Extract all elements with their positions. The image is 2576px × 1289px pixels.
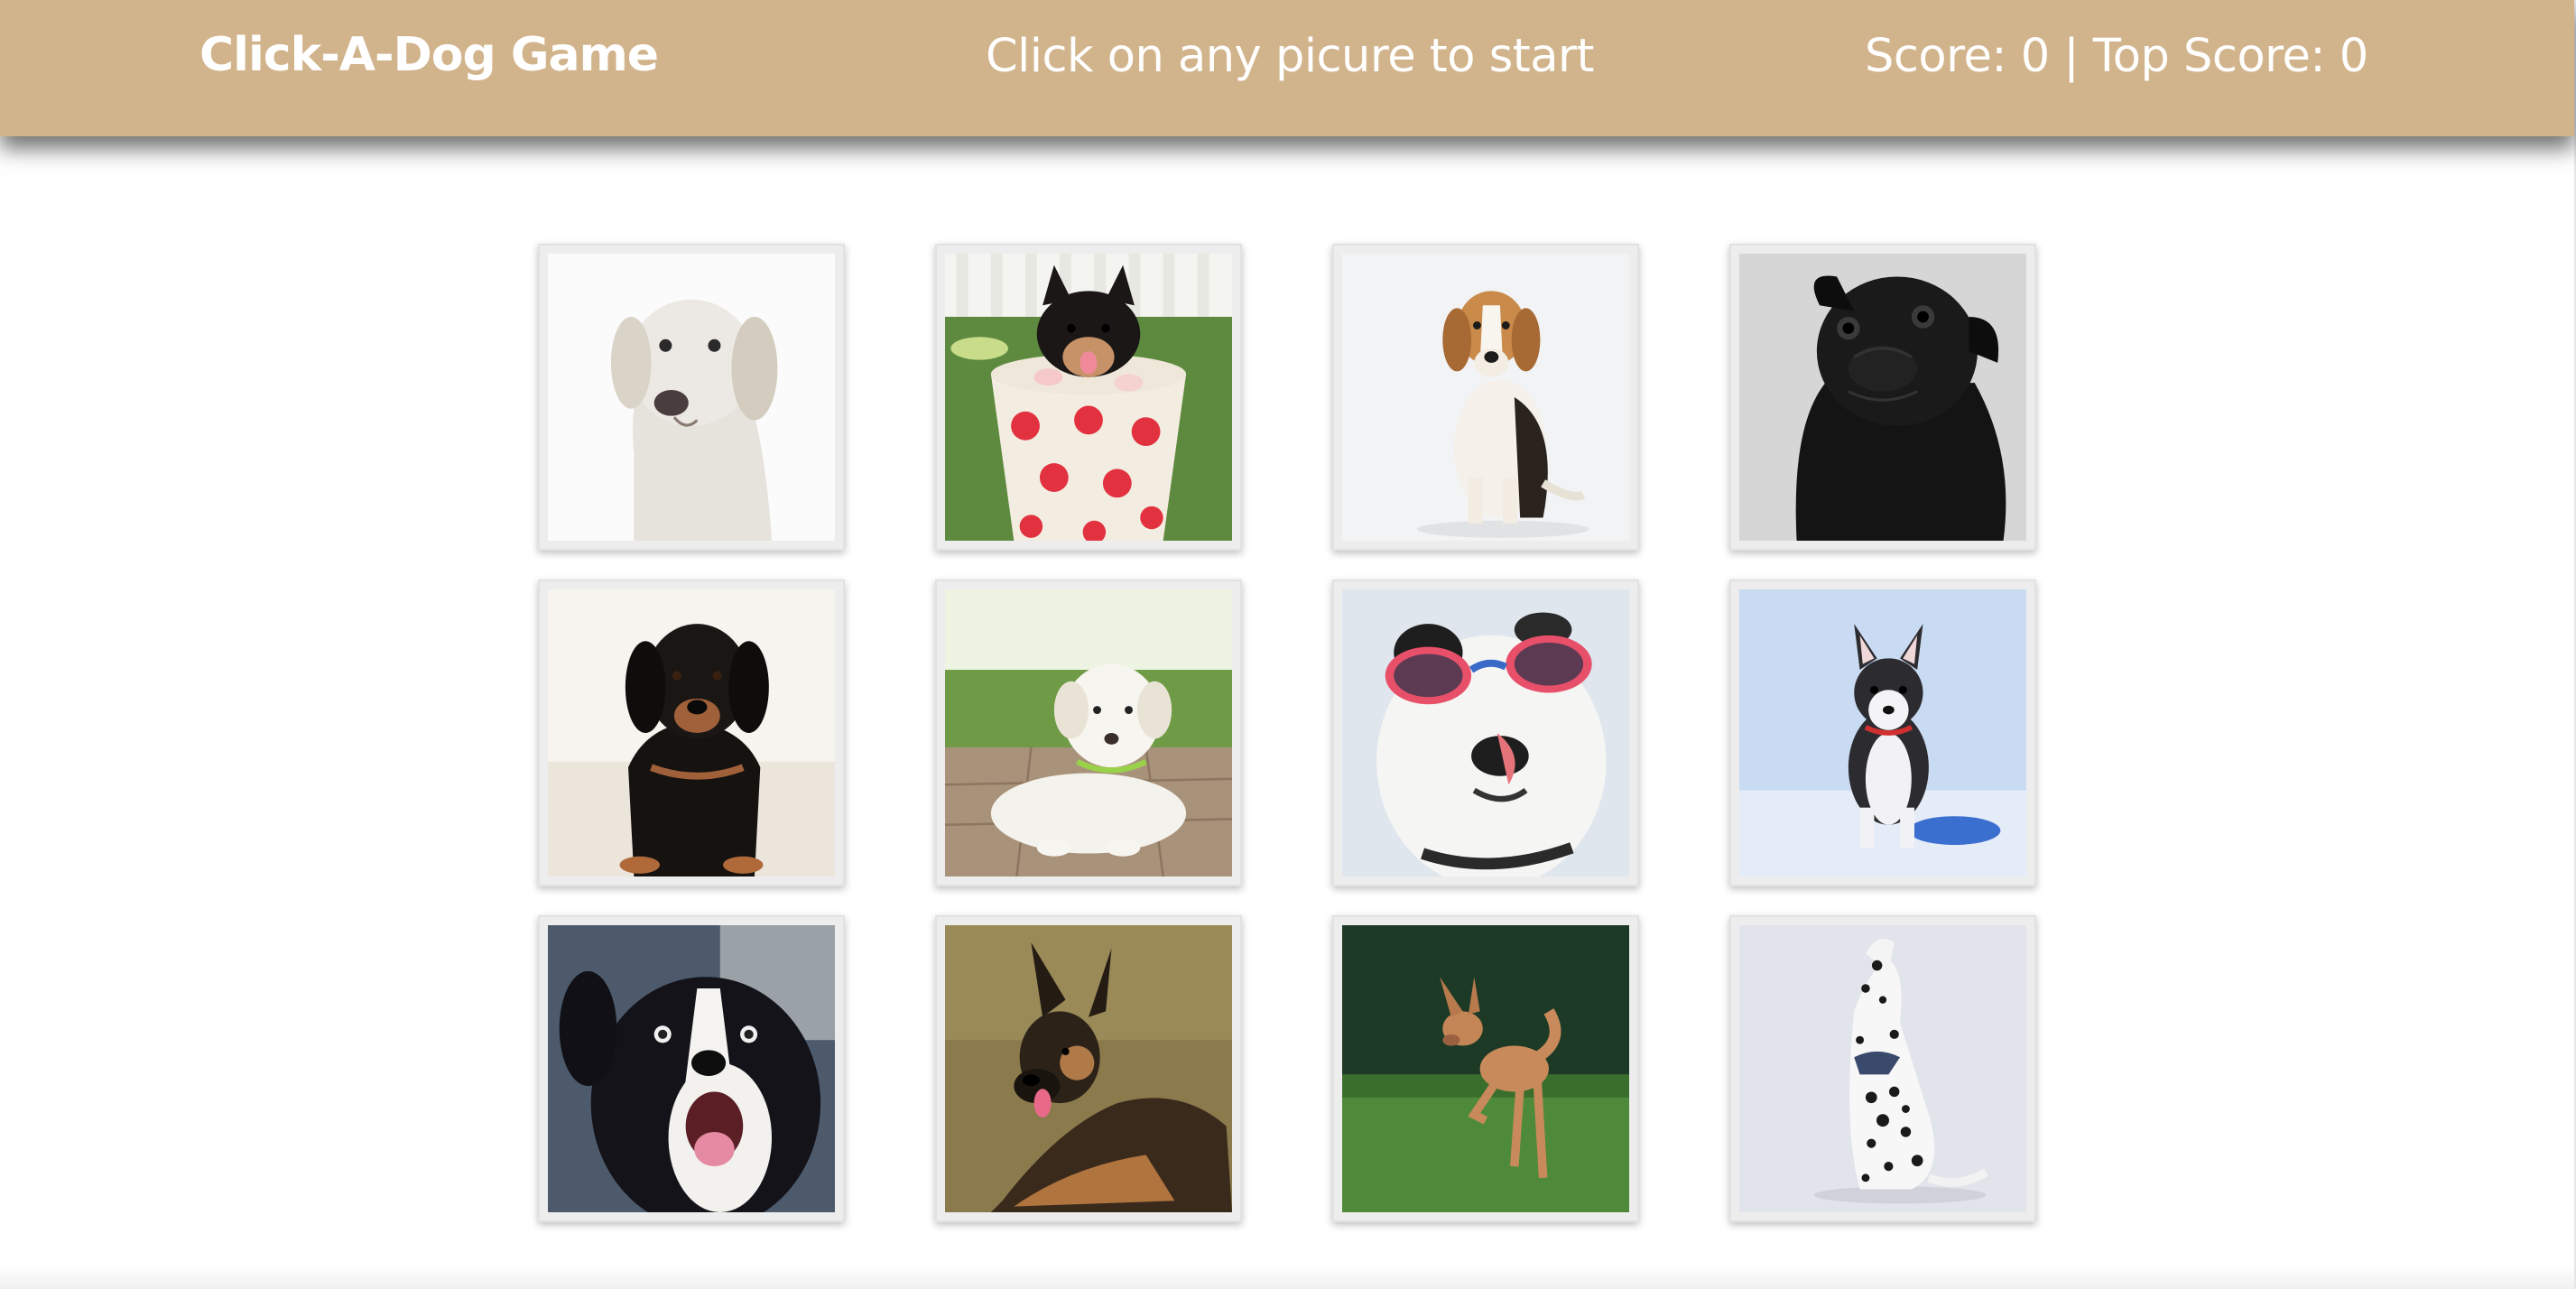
dog-card[interactable] [1729,580,2036,886]
dog-card[interactable] [538,244,845,551]
white-labrador-puppy-photo [945,589,1232,876]
beagle-photo [1342,254,1629,541]
dog-card[interactable] [1729,244,2036,551]
dog-card[interactable] [935,244,1242,551]
dachshund-puppy-photo [548,589,835,876]
dog-card[interactable] [1332,244,1639,551]
dog-card[interactable] [935,580,1242,886]
game-page: Click-A-Dog Game Click on any picure to … [0,0,2576,1289]
dog-card[interactable] [538,915,845,1222]
jumping-tan-dog-photo [1342,925,1629,1212]
dog-card[interactable] [538,580,845,886]
navbar: Click-A-Dog Game Click on any picure to … [0,0,2574,136]
page-bottom-shadow [0,1266,2576,1289]
german-shepherd-photo [945,925,1232,1212]
puppy-in-polka-dot-cup-photo [945,254,1232,541]
golden-retriever-photo [548,254,835,541]
brand-title[interactable]: Click-A-Dog Game [199,23,659,87]
status-message: Click on any picure to start [986,30,1594,83]
dog-with-sunglasses-photo [1342,589,1629,876]
black-pug-photo [1739,254,2026,541]
dog-card[interactable] [1332,915,1639,1222]
dog-card[interactable] [1332,580,1639,886]
border-collie-photo [548,925,835,1212]
dalmatian-photo [1739,925,2026,1212]
husky-puppy-in-snow-photo [1739,589,2026,876]
dog-card[interactable] [1729,915,2036,1222]
score-display: Score: 0 | Top Score: 0 [1865,30,2368,83]
dog-card-grid [538,244,2038,1222]
dog-card[interactable] [935,915,1242,1222]
